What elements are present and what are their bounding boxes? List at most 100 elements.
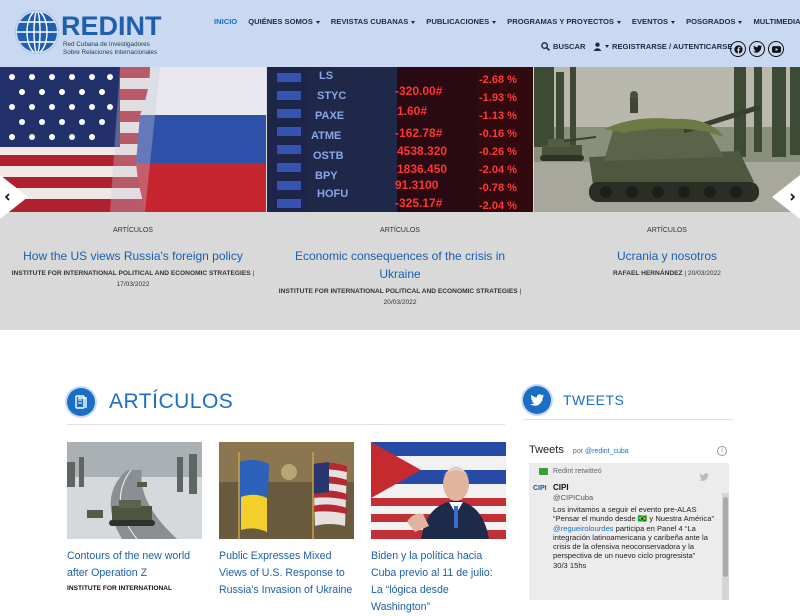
scrollbar-thumb[interactable] bbox=[723, 497, 728, 577]
nav-item-publicaciones[interactable]: PUBLICACIONES bbox=[426, 16, 497, 28]
ticker-price: 91.3100 bbox=[395, 178, 439, 192]
nav-label: PROGRAMAS Y PROYECTOS bbox=[507, 17, 614, 26]
nav-item-inicio[interactable]: INICIO bbox=[214, 16, 237, 28]
chevron-down-icon bbox=[738, 20, 743, 24]
svg-text:LS: LS bbox=[319, 70, 333, 82]
slide-author: INSTITUTE FOR INTERNATIONAL POLITICAL AN… bbox=[11, 270, 251, 277]
nav-label: POSGRADOS bbox=[686, 17, 736, 26]
facebook-icon[interactable] bbox=[730, 41, 746, 57]
slide-author: INSTITUTE FOR INTERNATIONAL POLITICAL AN… bbox=[278, 288, 518, 295]
logo-subtitle: Red Cubana de Investigadores Sobre Relac… bbox=[63, 41, 173, 56]
twitter-icon[interactable] bbox=[749, 41, 765, 57]
user-icon bbox=[593, 42, 602, 51]
tweet-author-name[interactable]: CIPI bbox=[553, 483, 569, 492]
nav-item-eventos[interactable]: EVENTOS bbox=[631, 16, 676, 28]
slide-category: ARTÍCULOS bbox=[647, 227, 687, 234]
slide-title-link[interactable]: Ucrania y nosotros bbox=[544, 247, 790, 265]
tweet-author-handle[interactable]: @CIPICuba bbox=[553, 493, 593, 502]
tweet-date-line: 30/3 15hs bbox=[553, 560, 587, 570]
article-card[interactable]: Biden y la política hacia Cuba previo al… bbox=[371, 442, 506, 616]
logo-subtitle-line: Sobre Relaciones Internacionales bbox=[63, 48, 158, 56]
twitter-small-icon[interactable] bbox=[699, 468, 709, 486]
nav-label: EVENTOS bbox=[631, 17, 669, 26]
timeline-handle-link[interactable]: @redint_cuba bbox=[585, 448, 629, 455]
search-label: BUSCAR bbox=[553, 41, 586, 51]
slide-card[interactable]: ARTÍCULOS How the US views Russia's fore… bbox=[0, 67, 266, 330]
by-label: por bbox=[572, 448, 584, 455]
ticker-value: -2.04 % bbox=[479, 164, 517, 176]
svg-text:OSTB: OSTB bbox=[313, 150, 344, 162]
slide-category: ARTÍCULOS bbox=[380, 227, 420, 234]
retweet-icon bbox=[539, 468, 548, 475]
login-button[interactable]: REGISTRARSE / AUTENTICARSE bbox=[593, 40, 732, 52]
youtube-icon[interactable] bbox=[768, 41, 784, 57]
slide-card[interactable]: LS STYC PAXE ATME OSTB BPY HOFU -320.00# -162… bbox=[267, 67, 533, 330]
tweet-item[interactable]: Redint retwitteó CIPI CIPI @CIPICuba Los… bbox=[529, 463, 729, 600]
nav-item-programas-proyectos[interactable]: PROGRAMAS Y PROYECTOS bbox=[507, 16, 621, 28]
section-divider bbox=[67, 424, 505, 425]
avatar[interactable]: CIPI bbox=[533, 485, 553, 501]
nav-item-multimedia[interactable]: MULTIMEDIA bbox=[753, 16, 800, 28]
slide-meta: INSTITUTE FOR INTERNATIONAL POLITICAL AN… bbox=[278, 288, 522, 306]
site-logo[interactable]: REDINT Red Cubana de Investigadores Sobr… bbox=[15, 10, 162, 58]
retweet-label: Redint retwitteó bbox=[553, 468, 602, 475]
chevron-down-icon bbox=[605, 44, 609, 48]
nav-label: MULTIMEDIA bbox=[753, 17, 800, 26]
social-links bbox=[730, 41, 787, 57]
nav-label: REVISTAS CUBANAS bbox=[330, 17, 409, 26]
nav-item-posgrados[interactable]: POSGRADOS bbox=[686, 16, 743, 28]
article-card[interactable]: Public Expresses Mixed Views of U.S. Res… bbox=[219, 442, 354, 599]
twitter-timeline-widget[interactable]: Tweets por @redint_cuba i Redint retwitt… bbox=[523, 436, 733, 600]
tweet-mention-link[interactable]: @regueirolourdes bbox=[553, 524, 613, 533]
chevron-down-icon bbox=[616, 20, 621, 24]
search-icon bbox=[541, 41, 550, 51]
search-button[interactable]: BUSCAR bbox=[541, 40, 586, 52]
article-card[interactable]: Contours of the new world after Operatio… bbox=[67, 442, 202, 594]
slide-title-link[interactable]: How the US views Russia's foreign policy bbox=[10, 247, 256, 265]
article-title-link[interactable]: Contours of the new world after Operatio… bbox=[67, 548, 202, 582]
tweets-section-title: TWEETS bbox=[563, 392, 625, 408]
timeline-scrollbar[interactable] bbox=[722, 493, 729, 600]
logo-wordmark: REDINT bbox=[61, 11, 162, 41]
nav-label: QUIÉNES SOMOS bbox=[248, 17, 313, 26]
slide-meta: INSTITUTE FOR INTERNATIONAL POLITICAL AN… bbox=[11, 270, 255, 288]
nav-item-revistas-cubanas[interactable]: REVISTAS CUBANAS bbox=[331, 16, 416, 28]
articles-icon bbox=[67, 388, 95, 416]
ticker-value: -0.16 % bbox=[479, 128, 517, 140]
site-header: REDINT Red Cubana de Investigadores Sobr… bbox=[0, 0, 800, 67]
slide-date: 17/03/2022 bbox=[116, 281, 150, 288]
svg-text:HOFU: HOFU bbox=[317, 188, 348, 200]
article-author: INSTITUTE FOR INTERNATIONAL bbox=[67, 585, 173, 592]
login-label: REGISTRARSE / AUTENTICARSE bbox=[612, 41, 733, 51]
ticker-price: -325.17# bbox=[395, 196, 443, 210]
slide-date: 20/03/2022 bbox=[687, 270, 721, 277]
svg-text:PAXE: PAXE bbox=[315, 110, 344, 122]
nav-label: INICIO bbox=[214, 17, 238, 26]
ticker-value: -0.78 % bbox=[479, 182, 517, 194]
featured-slider: ARTÍCULOS How the US views Russia's fore… bbox=[0, 67, 800, 330]
biden-cuba-flag-image bbox=[371, 442, 506, 539]
nav-item-quienes-somos[interactable]: QUIÉNES SOMOS bbox=[248, 16, 320, 28]
slide-card[interactable]: ARTÍCULOS Ucrania y nosotros RAFAEL HERN… bbox=[534, 67, 800, 330]
ticker-value: -2.68 % bbox=[479, 74, 517, 86]
svg-text:1836.450: 1836.450 bbox=[397, 162, 447, 176]
section-divider bbox=[523, 419, 733, 420]
ticker-value: -1.93 % bbox=[479, 92, 517, 104]
svg-text:4538.320: 4538.320 bbox=[397, 144, 447, 158]
article-title-link[interactable]: Biden y la política hacia Cuba previo al… bbox=[371, 548, 506, 616]
tweet-text: Los invitamos a seguir el evento pre-ALA… bbox=[553, 505, 723, 570]
snowy-road-tanks-image bbox=[67, 442, 202, 539]
ukraine-us-flags-image bbox=[219, 442, 354, 539]
slide-meta: RAFAEL HERNÁNDEZ | 20/03/2022 bbox=[613, 270, 721, 277]
articles-section-header: ARTÍCULOS bbox=[67, 388, 233, 416]
slide-date: 20/03/2022 bbox=[383, 299, 417, 306]
slide-title-link[interactable]: Economic consequences of the crisis in U… bbox=[277, 247, 523, 283]
slide-author: RAFAEL HERNÁNDEZ bbox=[613, 270, 683, 277]
ticker-value: -0.26 % bbox=[479, 146, 517, 158]
ticker-price: -320.00# bbox=[395, 84, 443, 98]
logo-subtitle-line: Red Cubana de Investigadores bbox=[63, 41, 150, 48]
stock-ticker-image: LS STYC PAXE ATME OSTB BPY HOFU -320.00# -162… bbox=[267, 67, 533, 212]
svg-text:STYC: STYC bbox=[317, 90, 346, 102]
info-icon[interactable]: i bbox=[717, 446, 727, 456]
article-title-link[interactable]: Public Expresses Mixed Views of U.S. Res… bbox=[219, 548, 354, 599]
